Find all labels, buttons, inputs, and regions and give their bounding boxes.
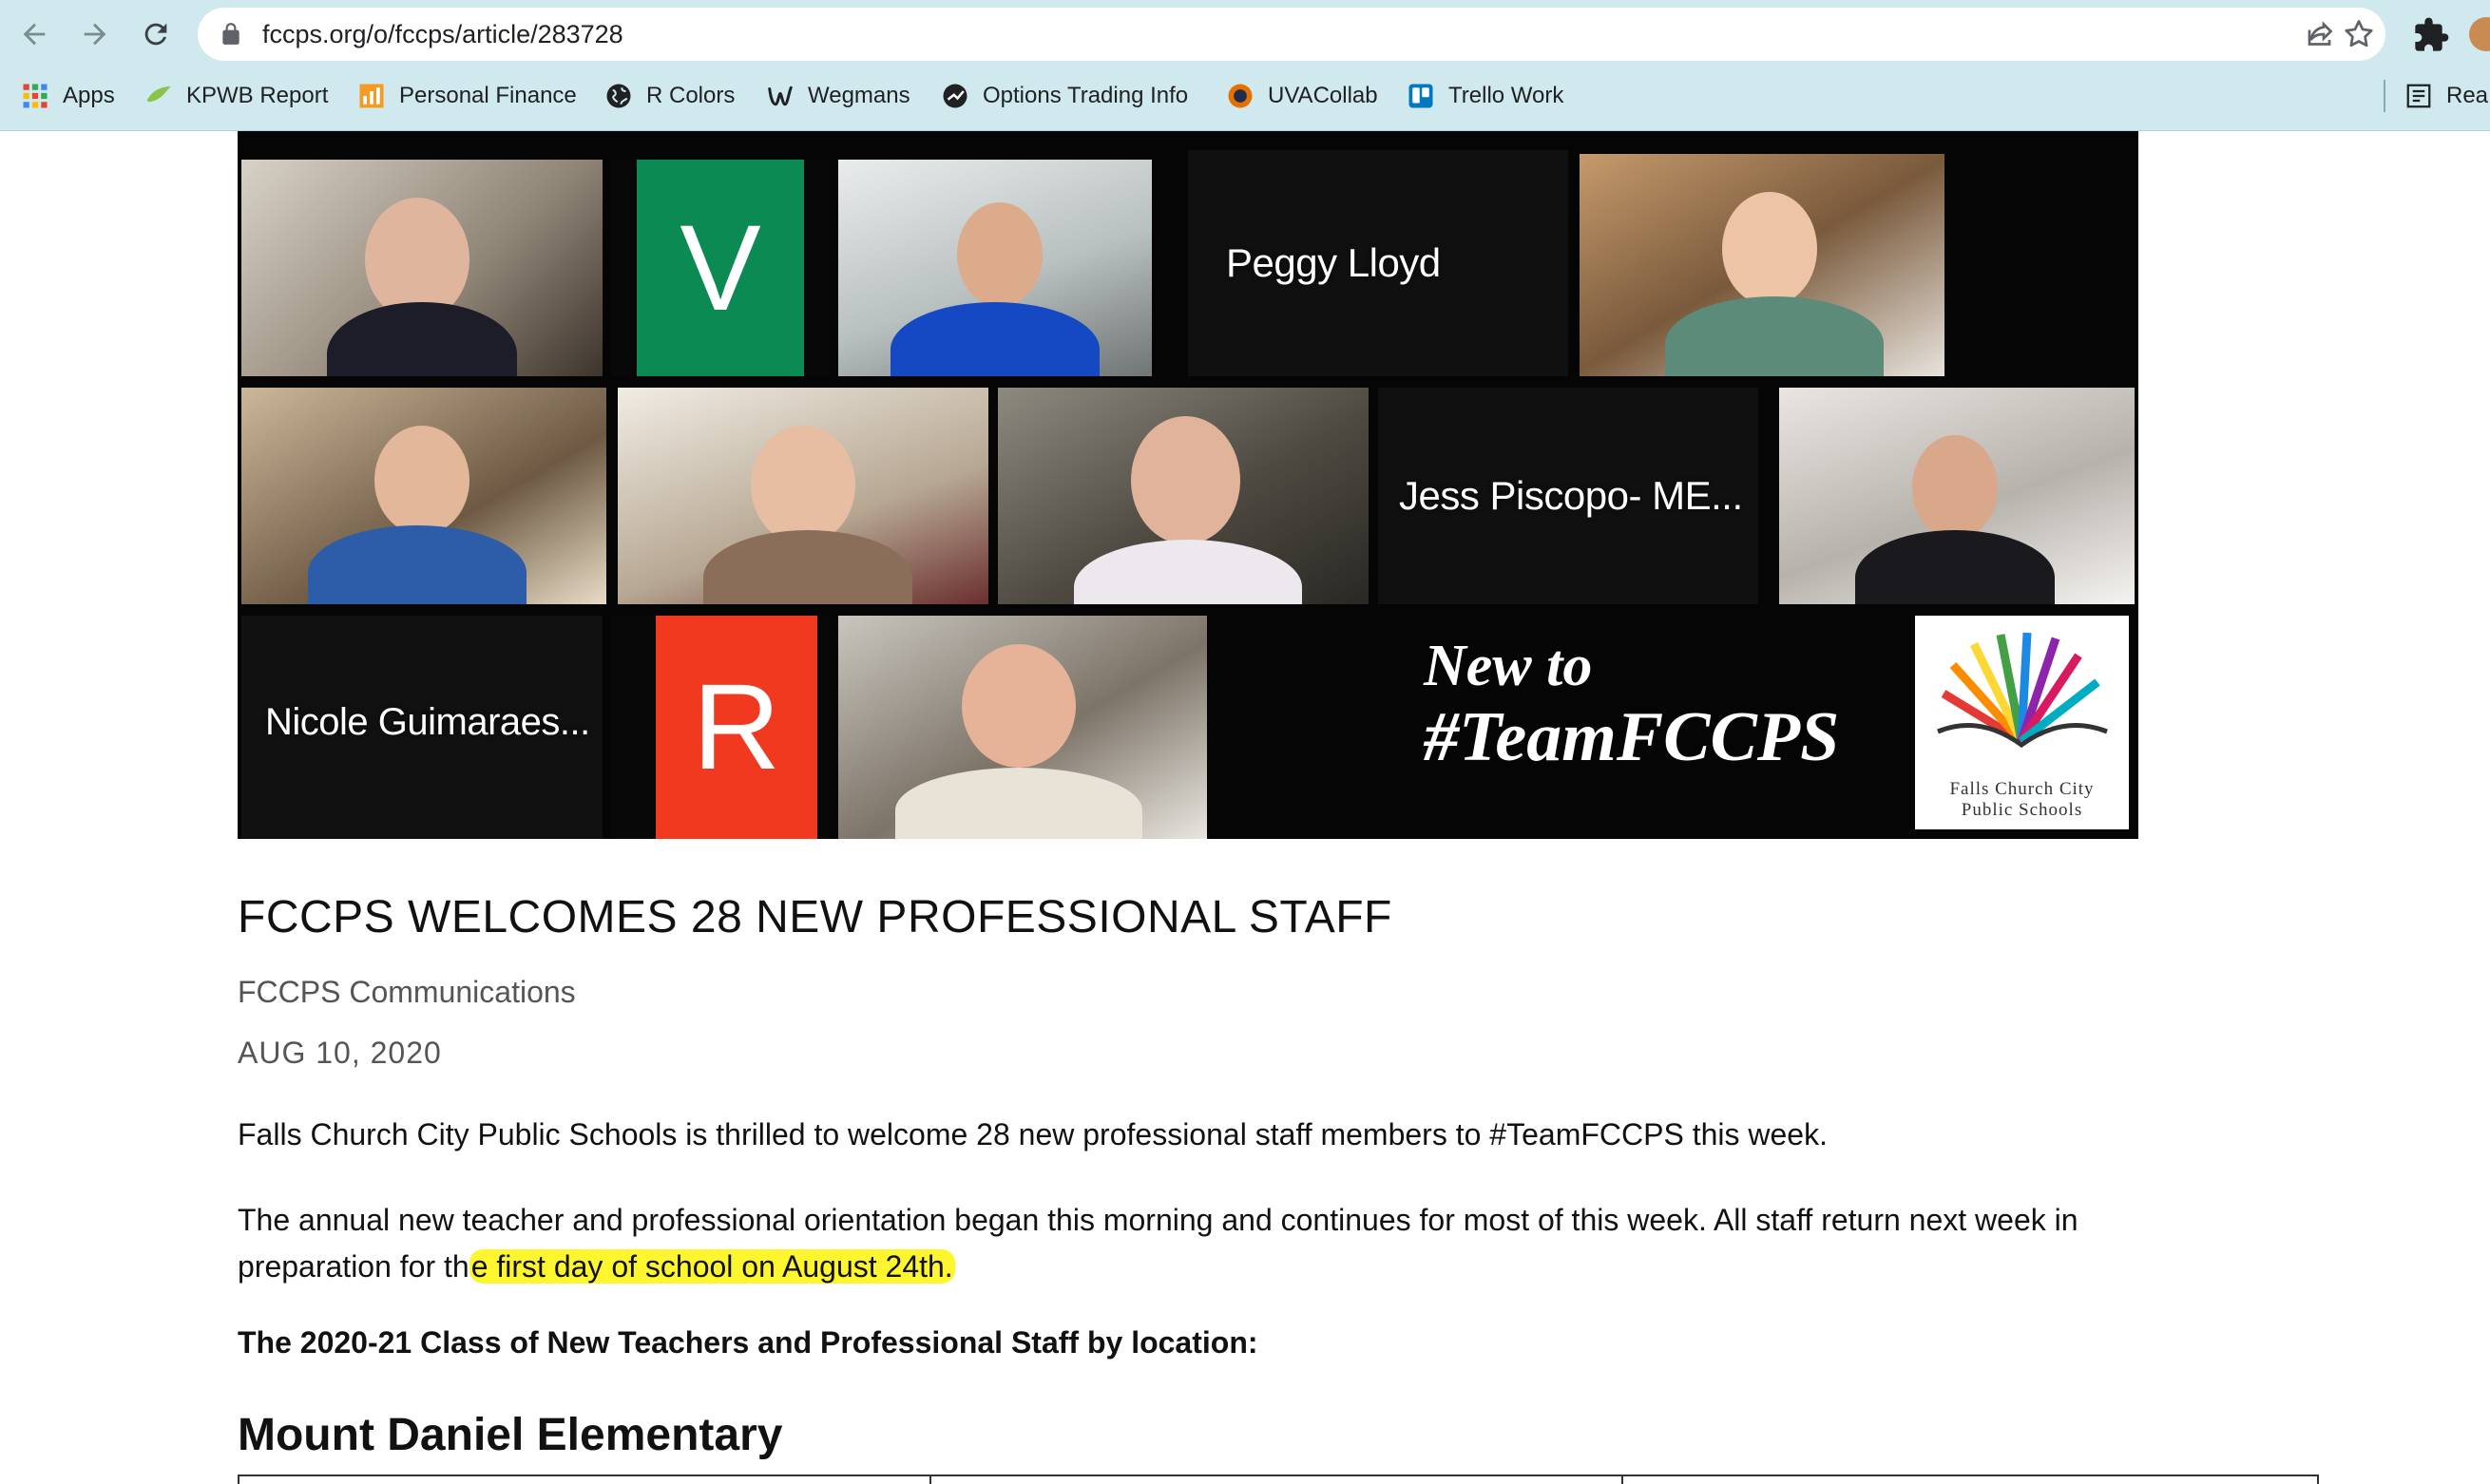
uvacollab-icon (1228, 84, 1253, 108)
video-tile-5 (1580, 154, 1944, 376)
video-tile-jess: Jess Piscopo- ME... (1378, 388, 1758, 604)
bookmark-r-colors[interactable]: R Colors (604, 72, 735, 120)
apps-grid-icon (23, 84, 48, 108)
bookmark-uvacollab[interactable]: UVACollab (1226, 72, 1378, 120)
lock-icon (222, 23, 239, 45)
profile-avatar[interactable] (2469, 17, 2490, 51)
reload-icon (144, 23, 167, 46)
url-text[interactable]: fccps.org/o/fccps/article/283728 (262, 8, 623, 61)
kpwb-icon (146, 86, 171, 103)
video-tile-r: R (610, 616, 829, 839)
reload-button[interactable] (135, 13, 177, 55)
bookmarks-bar: Apps KPWB Report Personal Finance R Colo… (0, 72, 2490, 120)
options-icon (943, 84, 967, 108)
page-content: V Peggy Lloyd Jess Piscopo- ME... Nicole… (0, 131, 2490, 1484)
article-title: FCCPS WELCOMES 28 NEW PROFESSIONAL STAFF (238, 892, 1392, 942)
bookmark-trello-work[interactable]: Trello Work (1407, 72, 1563, 120)
share-icon[interactable] (2304, 17, 2338, 51)
participant-initial-r: R (656, 616, 817, 839)
participant-initial-v: V (637, 160, 804, 376)
browser-chrome: fccps.org/o/fccps/article/283728 Apps KP… (0, 0, 2490, 131)
participant-name-jess: Jess Piscopo- ME... (1399, 473, 1743, 518)
bookmark-reading-list[interactable]: Rea (2404, 72, 2488, 120)
back-arrow-icon (23, 23, 46, 46)
fccps-book-logo-icon (1937, 632, 2108, 749)
video-tile-3 (838, 160, 1152, 376)
section-heading-mount-daniel: Mount Daniel Elementary (238, 1410, 783, 1460)
bookmark-wegmans[interactable]: Wegmans (766, 72, 910, 120)
star-bookmark-icon[interactable] (2342, 17, 2376, 51)
globe-icon (606, 84, 631, 108)
article-paragraph-1: Falls Church City Public Schools is thri… (238, 1117, 1828, 1151)
video-tile-peggy: Peggy Lloyd (1188, 150, 1568, 376)
wegmans-icon (768, 86, 793, 106)
highlighted-text: e first day of school on August 24th. (469, 1249, 955, 1284)
participant-name-peggy: Peggy Lloyd (1226, 240, 1441, 285)
address-bar[interactable]: fccps.org/o/fccps/article/283728 (198, 8, 2385, 61)
article-author: FCCPS Communications (238, 975, 576, 1009)
participant-name-nicole: Nicole Guimaraes... (265, 701, 590, 743)
article-date: AUG 10, 2020 (238, 1036, 442, 1070)
extensions-puzzle-icon[interactable] (2412, 16, 2450, 54)
back-button[interactable] (13, 13, 55, 55)
video-tile-v: V (610, 160, 829, 376)
forward-arrow-icon (84, 23, 106, 46)
bookmark-apps[interactable]: Apps (21, 72, 115, 120)
bookmark-kpwb-report[interactable]: KPWB Report (144, 72, 328, 120)
fccps-logo: Falls Church City Public Schools (1915, 616, 2129, 829)
video-tile-8 (998, 388, 1369, 604)
hero-image: V Peggy Lloyd Jess Piscopo- ME... Nicole… (238, 131, 2138, 839)
article-paragraph-2: The annual new teacher and professional … (238, 1203, 2078, 1284)
hero-caption: New to #TeamFCCPS (1424, 634, 1840, 776)
staff-table-top-edge (238, 1474, 2319, 1484)
video-tile-7 (618, 388, 988, 604)
bookmark-options-trading-info[interactable]: Options Trading Info (941, 72, 1188, 120)
bookmarks-separator (2384, 80, 2385, 112)
trello-icon (1408, 84, 1433, 108)
video-tile-13 (838, 616, 1207, 839)
forward-button[interactable] (74, 13, 116, 55)
video-tile-1 (241, 160, 603, 376)
video-tile-nicole: Nicole Guimaraes... (241, 616, 603, 839)
reading-list-icon (2406, 84, 2431, 108)
bookmark-personal-finance[interactable]: Personal Finance (357, 72, 577, 120)
video-tile-6 (241, 388, 606, 604)
personal-finance-icon (359, 84, 384, 108)
article-section-intro: The 2020-21 Class of New Teachers and Pr… (238, 1325, 1258, 1360)
video-tile-10 (1779, 388, 2135, 604)
